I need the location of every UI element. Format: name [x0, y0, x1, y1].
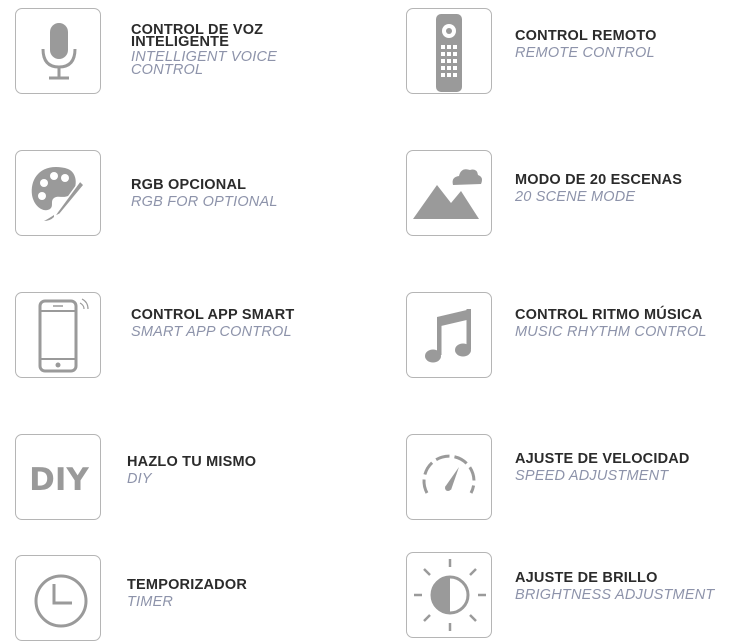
feature-subtitle: DIY	[127, 471, 152, 487]
feature-title: CONTROL APP SMART	[131, 307, 295, 323]
feature-icon-box	[406, 552, 492, 638]
brightness-icon	[414, 559, 486, 631]
feature-title: CONTROL REMOTO	[515, 28, 657, 44]
feature-icon-box	[406, 292, 492, 378]
feature-icon-box	[15, 150, 101, 236]
feature-title: TEMPORIZADOR	[127, 577, 248, 593]
feature-icon-box: DIY	[15, 434, 101, 520]
feature-subtitle: MUSIC RHYTHM CONTROL	[515, 324, 707, 340]
remote-control-icon	[436, 14, 462, 92]
feature-title: MODO DE 20 ESCENAS	[515, 172, 683, 188]
feature-icon-box	[15, 555, 101, 641]
music-note-icon	[425, 309, 471, 363]
microphone-icon	[41, 23, 77, 80]
feature-subtitle: REMOTE CONTROL	[515, 45, 655, 61]
feature-title: AJUSTE DE BRILLO	[515, 570, 658, 586]
feature-subtitle: TIMER	[127, 594, 174, 610]
feature-title: HAZLO TU MISMO	[127, 454, 257, 470]
feature-title: CONTROL RITMO MÚSICA	[515, 307, 703, 323]
feature-title: RGB OPCIONAL	[131, 177, 247, 193]
feature-icon-box	[406, 434, 492, 520]
feature-icon-box	[406, 150, 492, 236]
feature-subtitle: SPEED ADJUSTMENT	[515, 468, 669, 484]
diy-icon: DIY	[29, 462, 89, 498]
feature-title: AJUSTE DE VELOCIDAD	[515, 451, 690, 467]
feature-title: CONTROL DE VOZ INTELIGENTE	[131, 22, 264, 50]
feature-subtitle: 20 SCENE MODE	[515, 189, 636, 205]
landscape-icon	[413, 169, 482, 219]
feature-subtitle: RGB FOR OPTIONAL	[131, 194, 278, 210]
feature-subtitle: SMART APP CONTROL	[131, 324, 292, 340]
diy-icon-text: DIY	[29, 462, 89, 498]
feature-subtitle: BRIGHTNESS ADJUSTMENT	[515, 587, 715, 603]
speedometer-icon	[422, 454, 476, 494]
feature-icon-box	[15, 292, 101, 378]
smartphone-icon	[38, 298, 89, 373]
feature-icon-box	[15, 8, 101, 94]
palette-icon	[31, 167, 86, 221]
feature-subtitle: INTELLIGENT VOICE CONTROL	[131, 49, 278, 78]
clock-icon	[34, 574, 88, 628]
feature-icon-box	[406, 8, 492, 94]
